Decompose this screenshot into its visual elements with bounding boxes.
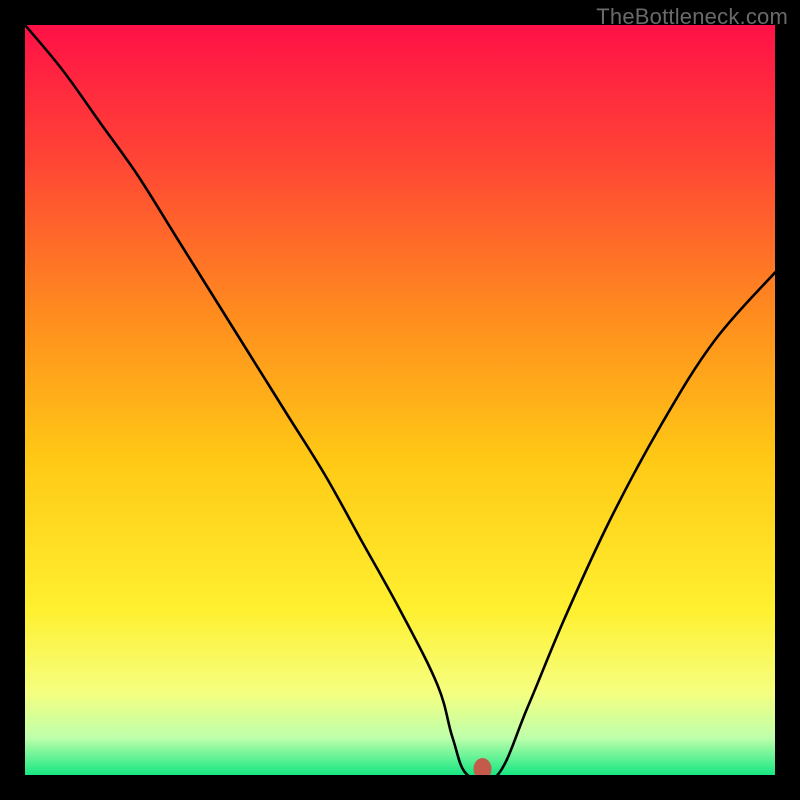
bottleneck-svg (25, 25, 775, 775)
gradient-background (25, 25, 775, 775)
bottleneck-plot (25, 25, 775, 775)
watermark-text: TheBottleneck.com (596, 4, 788, 30)
chart-frame: TheBottleneck.com (0, 0, 800, 800)
